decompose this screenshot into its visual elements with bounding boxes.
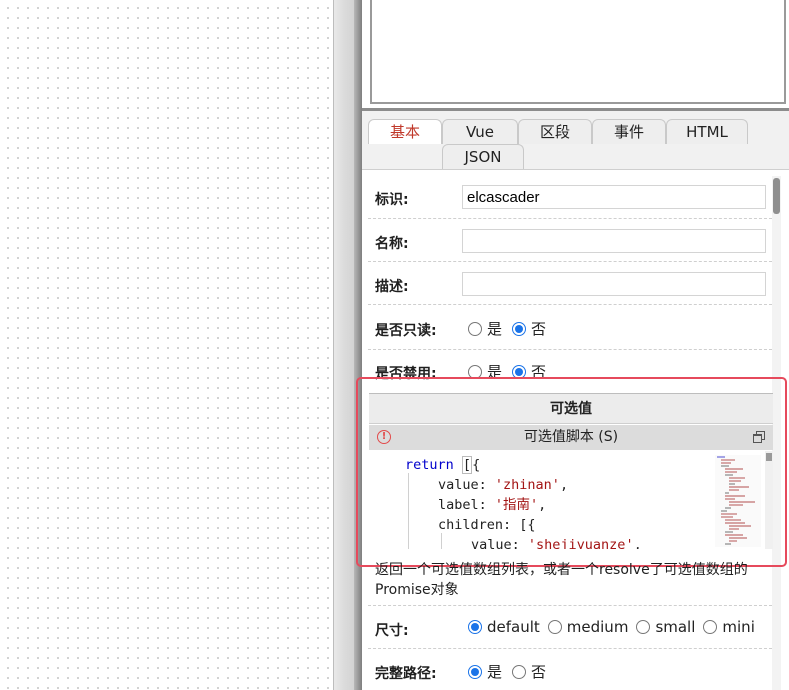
row-desc: 描述: xyxy=(368,262,772,305)
tab-section[interactable]: 区段 xyxy=(518,119,592,144)
disabled-label: 是否禁用: xyxy=(375,366,437,382)
size-medium-label[interactable]: medium xyxy=(567,618,629,636)
row-id: 标识: xyxy=(368,176,772,219)
size-radio-group: default medium small mini xyxy=(468,618,755,636)
options-header: 可选值 xyxy=(369,393,773,424)
design-canvas[interactable] xyxy=(0,0,334,690)
code-line-4: children: [{ xyxy=(438,517,536,533)
readonly-yes-label[interactable]: 是 xyxy=(487,318,502,339)
row-full-path: 完整路径: 是 否 xyxy=(368,649,772,690)
row-disabled: 是否禁用: 是 否 xyxy=(368,350,772,394)
options-script-title: 可选值脚本 (S) xyxy=(523,429,619,445)
readonly-no-label[interactable]: 否 xyxy=(531,318,546,339)
options-section: 可选值 ! 可选值脚本 (S) return [{ value: 'zhinan… xyxy=(362,393,788,549)
disabled-yes-label[interactable]: 是 xyxy=(487,361,502,382)
tab-basic[interactable]: 基本 xyxy=(368,119,442,144)
code-line-5: value: 'shejiyuanze', xyxy=(471,537,642,549)
desc-input[interactable] xyxy=(462,272,766,296)
tab-vue[interactable]: Vue xyxy=(442,119,518,144)
tab-json[interactable]: JSON xyxy=(442,144,524,169)
readonly-label: 是否只读: xyxy=(375,323,437,339)
code-scrollbar-thumb[interactable] xyxy=(766,453,772,461)
options-description: 返回一个可选值数组列表，或者一个resolve了可选值数组的Promise对象 xyxy=(375,562,748,598)
size-medium-radio[interactable] xyxy=(547,620,562,634)
full-path-radio-group: 是 否 xyxy=(468,661,556,682)
tab-events[interactable]: 事件 xyxy=(592,119,666,144)
error-circle-icon[interactable]: ! xyxy=(377,430,391,444)
size-small-radio[interactable] xyxy=(636,620,651,634)
code-scrollbar[interactable] xyxy=(765,451,773,549)
row-readonly: 是否只读: 是 否 xyxy=(368,305,772,350)
disabled-radio-group: 是 否 xyxy=(468,361,556,382)
code-minimap[interactable] xyxy=(715,455,761,547)
code-line-3: label: '指南', xyxy=(438,497,547,513)
code-line-2: value: 'zhinan', xyxy=(438,477,569,493)
size-label: 尺寸: xyxy=(375,623,409,639)
readonly-radio-group: 是 否 xyxy=(468,318,556,339)
row-size: 尺寸: default medium small mini xyxy=(368,606,772,649)
disabled-no-label[interactable]: 否 xyxy=(531,361,546,382)
size-default-radio[interactable] xyxy=(468,620,482,634)
desc-label: 描述: xyxy=(375,279,409,295)
indent-guide xyxy=(441,533,442,549)
id-input[interactable] xyxy=(462,185,766,209)
name-label: 名称: xyxy=(375,236,409,252)
readonly-no-radio[interactable] xyxy=(512,321,527,336)
full-path-label: 完整路径: xyxy=(375,666,437,682)
tab-html[interactable]: HTML xyxy=(666,119,748,144)
options-code-editor[interactable]: return [{ value: 'zhinan', label: '指南', … xyxy=(369,451,773,549)
readonly-yes-radio[interactable] xyxy=(468,321,482,336)
full-path-no-label[interactable]: 否 xyxy=(531,661,546,682)
size-default-label[interactable]: default xyxy=(487,618,540,636)
component-tree-box[interactable] xyxy=(370,0,786,104)
name-input[interactable] xyxy=(462,229,766,253)
form-scrollbar-thumb[interactable] xyxy=(773,178,780,214)
size-small-label[interactable]: small xyxy=(655,618,695,636)
splitter-shadow xyxy=(354,0,362,690)
indent-guide xyxy=(408,473,409,549)
size-mini-label[interactable]: mini xyxy=(722,618,754,636)
disabled-yes-radio[interactable] xyxy=(468,364,482,379)
tab-bar: 基本 Vue 区段 事件 HTML JSON xyxy=(362,111,789,170)
full-path-yes-radio[interactable] xyxy=(468,664,482,679)
full-path-yes-label[interactable]: 是 xyxy=(487,661,502,682)
size-mini-radio[interactable] xyxy=(703,620,718,634)
restore-window-icon[interactable] xyxy=(753,431,765,443)
id-label: 标识: xyxy=(375,192,409,208)
code-line-1: return [{ xyxy=(405,456,481,474)
options-script-bar: ! 可选值脚本 (S) xyxy=(369,425,773,450)
disabled-no-radio[interactable] xyxy=(512,364,527,379)
row-name: 名称: xyxy=(368,219,772,262)
full-path-no-radio[interactable] xyxy=(512,664,527,679)
